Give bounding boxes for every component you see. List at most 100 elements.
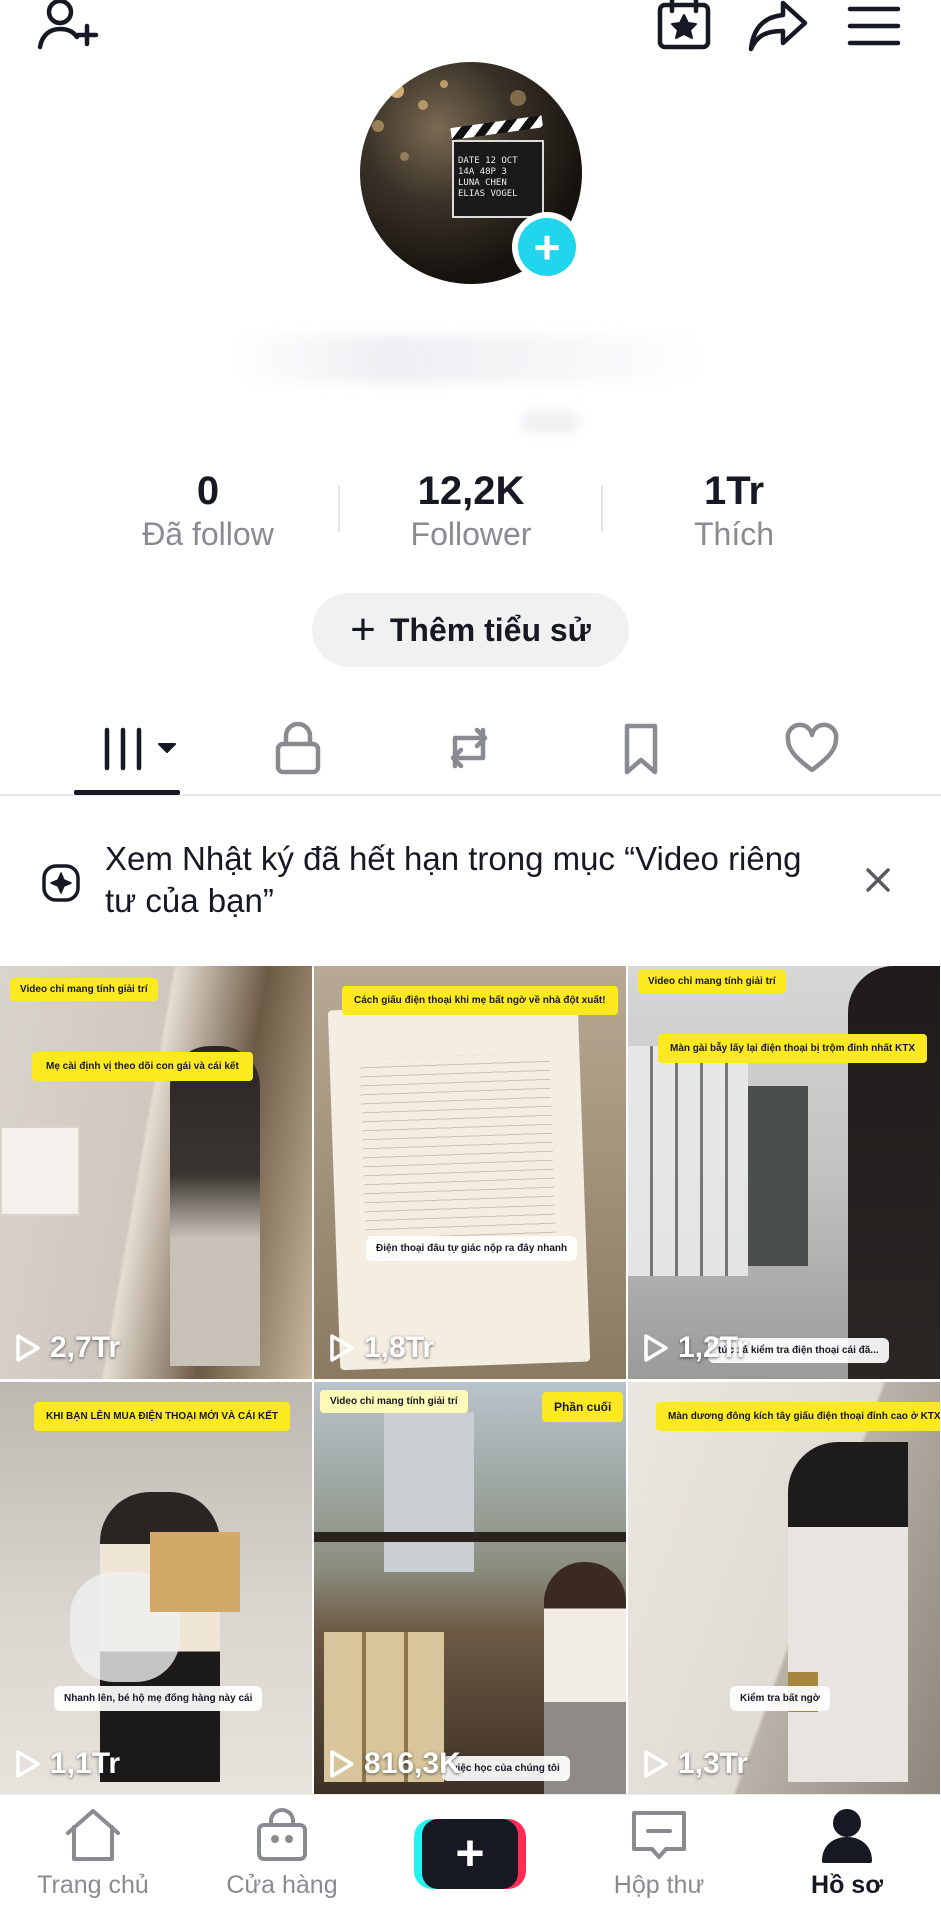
profile-icon — [822, 1809, 872, 1863]
play-icon — [644, 1334, 668, 1362]
video-caption-top: Video chỉ mang tính giải trí — [320, 1390, 468, 1413]
hallway-door — [748, 1086, 808, 1266]
nav-home-label: Trang chủ — [37, 1871, 149, 1899]
video-caption: Cách giấu điện thoại khi mẹ bất ngờ về n… — [342, 986, 618, 1015]
calendar-star-icon[interactable] — [652, 0, 716, 56]
share-icon[interactable] — [746, 0, 810, 56]
package-box — [150, 1532, 240, 1612]
tab-reposts[interactable] — [414, 700, 524, 796]
window-frame — [314, 1532, 626, 1542]
view-count-label: 1,3Tr — [678, 1747, 749, 1780]
add-avatar-button[interactable]: + — [512, 212, 582, 282]
book-page — [327, 1001, 591, 1371]
handle-obscured — [520, 410, 580, 434]
video-thumbnail[interactable]: Video chỉ mang tính giải trí Mẹ cài định… — [0, 966, 312, 1379]
video-thumbnail[interactable]: Màn dương đông kích tây giấu điện thoại … — [628, 1382, 940, 1795]
video-subcaption: Kiểm tra bất ngờ — [730, 1686, 830, 1711]
view-count: 1,2Tr — [642, 1331, 748, 1365]
close-icon[interactable] — [860, 862, 896, 898]
view-count: 1,8Tr — [328, 1331, 434, 1365]
repost-icon — [450, 727, 488, 769]
add-bio-label: Thêm tiểu sử — [389, 611, 591, 648]
video-caption: Phần cuối — [542, 1392, 624, 1422]
create-plus-icon: + — [422, 1819, 518, 1889]
wall-switch — [0, 1126, 80, 1216]
tab-private[interactable] — [243, 700, 353, 796]
person-figure — [788, 1442, 908, 1782]
bookmark-icon — [624, 723, 658, 775]
play-icon — [330, 1334, 354, 1362]
following-label: Đã follow — [142, 516, 274, 552]
following-count: 0 — [196, 469, 220, 513]
nav-inbox[interactable]: Hộp thư — [574, 1807, 744, 1917]
following-stat[interactable]: 0 Đã follow — [98, 468, 318, 554]
profile-stats: 0 Đã follow 12,2K Follower 1Tr Thích — [0, 468, 941, 558]
heart-icon — [785, 722, 839, 773]
sparkle-icon — [40, 862, 82, 909]
play-icon — [16, 1334, 40, 1362]
play-icon — [330, 1750, 354, 1778]
menu-icon[interactable] — [842, 0, 906, 56]
nav-profile[interactable]: Hồ sơ — [762, 1807, 932, 1917]
nav-shop[interactable]: Cửa hàng — [197, 1807, 367, 1917]
username-obscured — [230, 335, 710, 383]
active-tab-indicator — [74, 790, 180, 795]
notice-text: Xem Nhật ký đã hết hạn trong mục “Video … — [105, 840, 802, 919]
window-bars — [628, 1046, 748, 1276]
add-user-icon[interactable] — [36, 0, 100, 56]
stat-divider — [338, 486, 340, 532]
grid-icon — [104, 727, 176, 771]
view-count: 816,3K — [328, 1747, 461, 1781]
play-icon — [644, 1750, 668, 1778]
video-thumbnail[interactable]: Cách giấu điện thoại khi mẹ bất ngờ về n… — [314, 966, 626, 1379]
nav-inbox-label: Hộp thư — [613, 1871, 705, 1899]
clapboard-image: DATE 12 OCT 14A 48P 3 LUNA CHEN ELIAS VOGEL — [452, 140, 544, 218]
followers-count: 12,2K — [417, 469, 525, 513]
video-caption-top: Video chỉ mang tính giải trí — [10, 978, 158, 1001]
video-thumbnail[interactable]: KHI BẠN LÊN MUA ĐIỆN THOẠI MỚI VÀ CÁI KẾ… — [0, 1382, 312, 1795]
tab-liked[interactable] — [757, 700, 867, 796]
video-caption: Màn gài bẫy lấy lại điện thoại bị trộm đ… — [658, 1034, 928, 1063]
bottom-navigation: Trang chủ Cửa hàng + Hộp thư Hồ sơ — [0, 1794, 941, 1920]
lock-icon — [275, 721, 321, 775]
person-figure — [848, 966, 940, 1379]
plus-icon: + — [518, 218, 576, 276]
video-caption: Màn dương đông kích tây giấu điện thoại … — [656, 1402, 940, 1431]
nav-home[interactable]: Trang chủ — [8, 1807, 178, 1917]
tab-videos[interactable] — [72, 700, 182, 796]
add-bio-button[interactable]: + Thêm tiểu sử — [312, 593, 629, 667]
video-subcaption: Điện thoại đâu tự giác nộp ra đây nhanh — [366, 1236, 578, 1261]
view-count-label: 2,7Tr — [50, 1331, 121, 1364]
view-count: 2,7Tr — [14, 1331, 120, 1365]
profile-tabs — [0, 700, 941, 796]
followers-label: Follower — [410, 516, 532, 552]
nav-shop-label: Cửa hàng — [226, 1871, 338, 1899]
inbox-icon — [632, 1811, 686, 1859]
video-caption: Mẹ cài định vị theo dõi con gái và cái k… — [32, 1052, 253, 1081]
profile-avatar[interactable]: DATE 12 OCT 14A 48P 3 LUNA CHEN ELIAS VOGEL… — [360, 62, 582, 284]
video-subcaption: việc học của chúng tôi — [442, 1756, 570, 1781]
create-button[interactable]: + — [414, 1819, 526, 1889]
video-thumbnail[interactable]: Video chỉ mang tính giải trí Phần cuối v… — [314, 1382, 626, 1795]
view-count-label: 1,1Tr — [50, 1747, 121, 1780]
followers-stat[interactable]: 12,2K Follower — [361, 468, 581, 554]
view-count: 1,3Tr — [642, 1747, 748, 1781]
video-subcaption: Nhanh lên, bé hộ mẹ đống hàng này cái — [54, 1686, 263, 1711]
person-figure — [170, 1046, 260, 1366]
home-icon — [66, 1809, 120, 1861]
view-count-label: 1,8Tr — [364, 1331, 435, 1364]
stat-divider — [601, 486, 603, 532]
tab-saved[interactable] — [586, 700, 696, 796]
view-count-label: 816,3K — [364, 1747, 461, 1780]
video-grid: Video chỉ mang tính giải trí Mẹ cài định… — [0, 966, 941, 1795]
likes-stat[interactable]: 1Tr Thích — [624, 468, 844, 554]
play-icon — [16, 1750, 40, 1778]
nav-profile-label: Hồ sơ — [811, 1871, 883, 1899]
view-count-label: 1,2Tr — [678, 1331, 749, 1364]
shop-bag-icon — [257, 1808, 307, 1861]
video-caption: KHI BẠN LÊN MUA ĐIỆN THOẠI MỚI VÀ CÁI KẾ… — [34, 1402, 291, 1431]
video-thumbnail[interactable]: Video chỉ mang tính giải trí Màn gài bẫy… — [628, 966, 940, 1379]
building — [384, 1412, 474, 1572]
video-caption-top: Video chỉ mang tính giải trí — [638, 970, 786, 993]
likes-label: Thích — [693, 516, 775, 552]
